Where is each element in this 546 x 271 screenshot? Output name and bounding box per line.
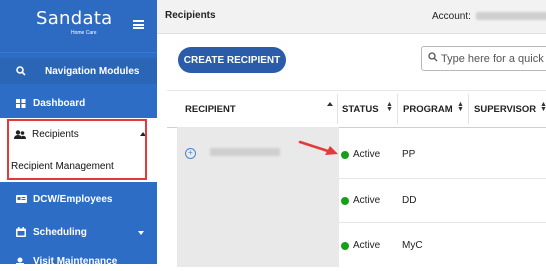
status-dot-icon bbox=[341, 150, 349, 159]
navigation-modules-label: Navigation Modules bbox=[45, 65, 140, 77]
sidebar: Sandata Home Care Navigation Modules Das… bbox=[0, 0, 157, 267]
status-dot-icon bbox=[341, 196, 349, 205]
status-cell: Active bbox=[341, 149, 380, 160]
visit-icon bbox=[15, 257, 27, 266]
status-text: Active bbox=[353, 195, 381, 206]
sidebar-item-visit-maintenance[interactable]: Visit Maintenance bbox=[0, 251, 157, 271]
search-placeholder: Type here for a quick s bbox=[441, 52, 546, 65]
status-cell: Active bbox=[341, 195, 380, 206]
recipient-name-redacted bbox=[210, 148, 280, 156]
chevron-down-icon bbox=[138, 231, 144, 235]
highlight-annotation bbox=[7, 119, 147, 180]
top-bar: Recipients Account: bbox=[157, 0, 546, 34]
quick-search-input[interactable]: Type here for a quick s bbox=[421, 46, 546, 71]
account-label: Account: bbox=[432, 11, 471, 22]
calendar-icon bbox=[15, 227, 27, 237]
column-header-status[interactable]: STATUS bbox=[342, 104, 379, 115]
dashboard-icon bbox=[15, 98, 27, 108]
create-recipient-button[interactable]: CREATE RECIPIENT bbox=[178, 47, 286, 73]
table-header: RECIPIENT STATUS ▲ ▼ PROGRAM ▲ ▼ SUPERVISO… bbox=[167, 90, 546, 128]
navigation-modules-search[interactable]: Navigation Modules bbox=[0, 58, 157, 84]
status-dot-icon bbox=[341, 241, 349, 250]
sort-icon[interactable]: ▲ ▼ bbox=[540, 101, 546, 113]
status-text: Active bbox=[353, 240, 381, 251]
search-icon bbox=[15, 66, 27, 76]
search-icon bbox=[428, 52, 438, 65]
expand-row-icon[interactable]: + bbox=[185, 148, 196, 159]
sidebar-item-dcw-employees[interactable]: DCW/Employees bbox=[0, 186, 157, 212]
column-header-program[interactable]: PROGRAM bbox=[403, 104, 453, 115]
id-card-icon bbox=[15, 195, 27, 203]
sort-asc-icon[interactable] bbox=[327, 102, 333, 106]
program-cell: MyC bbox=[402, 240, 423, 251]
arrow-annotation-icon bbox=[298, 140, 338, 155]
program-cell: PP bbox=[402, 149, 416, 160]
account-value-redacted bbox=[476, 12, 546, 20]
sort-icon[interactable]: ▲ ▼ bbox=[457, 101, 464, 113]
status-text: Active bbox=[353, 149, 381, 160]
sort-icon[interactable]: ▲ ▼ bbox=[386, 101, 393, 113]
breadcrumb: Recipients bbox=[165, 10, 216, 21]
sidebar-item-scheduling[interactable]: Scheduling bbox=[0, 219, 157, 245]
logo-area: Sandata Home Care bbox=[0, 0, 157, 53]
program-cell: DD bbox=[402, 195, 417, 206]
sidebar-item-label: Scheduling bbox=[33, 226, 87, 238]
brand-logo: Sandata bbox=[36, 8, 113, 29]
sidebar-item-label: DCW/Employees bbox=[33, 193, 113, 205]
status-cell: Active bbox=[341, 240, 380, 251]
column-header-supervisor[interactable]: SUPERVISOR bbox=[474, 104, 536, 115]
column-header-recipient[interactable]: RECIPIENT bbox=[185, 104, 236, 115]
hamburger-menu-icon[interactable] bbox=[133, 20, 144, 29]
sidebar-item-label: Visit Maintenance bbox=[33, 255, 118, 267]
sidebar-item-dashboard[interactable]: Dashboard bbox=[0, 90, 157, 116]
brand-logo-sub: Home Care bbox=[71, 30, 97, 36]
sidebar-item-label: Dashboard bbox=[33, 97, 86, 109]
